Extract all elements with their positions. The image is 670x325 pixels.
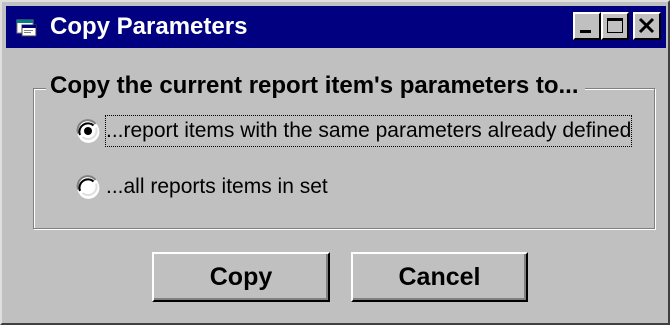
copy-parameters-dialog: Copy Parameters Copy the current report … [0, 0, 670, 325]
window-title: Copy Parameters [50, 13, 248, 40]
app-window-icon [16, 19, 37, 37]
groupbox-label: Copy the current report item's parameter… [46, 71, 585, 101]
close-icon [638, 17, 655, 34]
close-button[interactable] [633, 12, 661, 40]
maximize-icon [607, 18, 623, 33]
minimize-icon [580, 30, 591, 33]
maximize-button[interactable] [601, 12, 629, 40]
cancel-button[interactable]: Cancel [351, 252, 528, 302]
minimize-button[interactable] [573, 12, 601, 40]
title-bar[interactable]: Copy Parameters [6, 6, 666, 48]
option-same-parameters-label[interactable]: ...report items with the same parameters… [104, 115, 633, 147]
copy-button[interactable]: Copy [152, 252, 330, 302]
radio-selected-icon[interactable] [76, 119, 100, 143]
radio-unselected-icon[interactable] [76, 175, 100, 199]
option-all-items-label[interactable]: ...all reports items in set [106, 172, 328, 202]
copy-target-groupbox [33, 88, 655, 229]
